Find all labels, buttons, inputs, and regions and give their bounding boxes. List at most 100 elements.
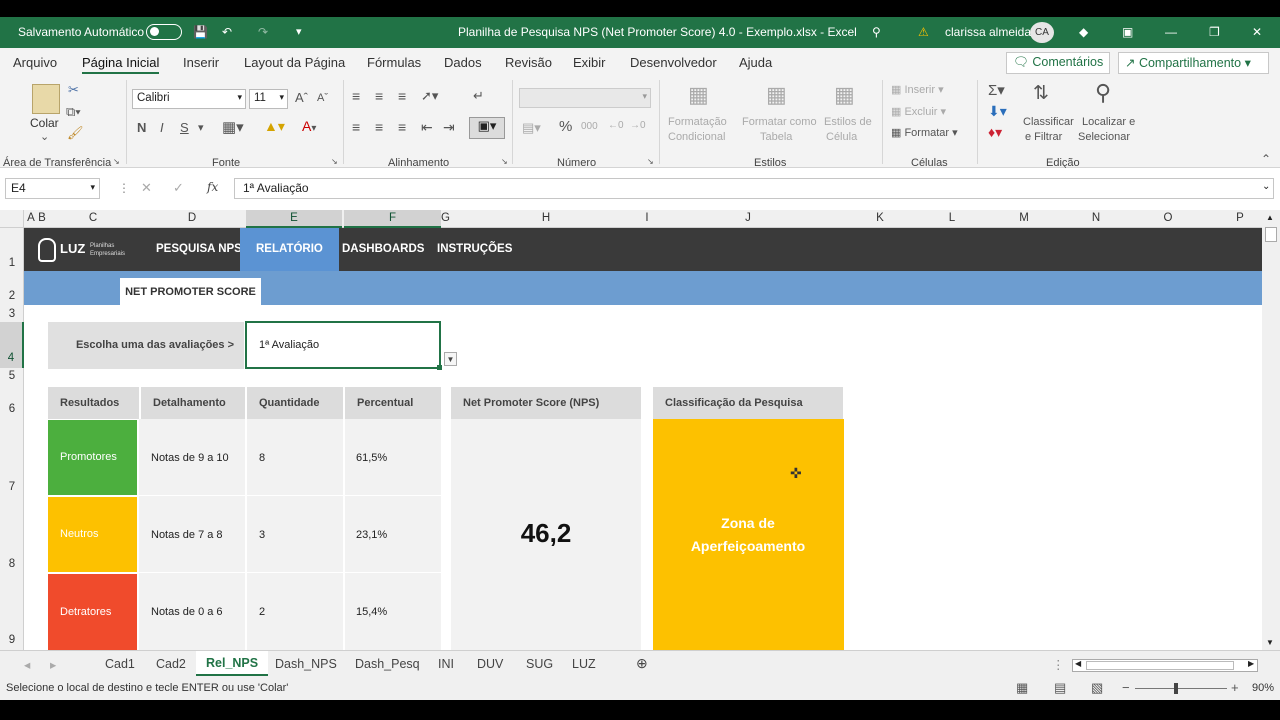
tab-inserir[interactable]: Inserir — [183, 55, 219, 70]
sheet-tab-ini[interactable]: INI — [438, 657, 454, 671]
row-header-3[interactable]: 3 — [0, 308, 24, 320]
row-header-5[interactable]: 5 — [0, 370, 24, 382]
close-icon[interactable]: ✕ — [1252, 25, 1262, 39]
scroll-thumb[interactable] — [1265, 227, 1277, 242]
premium-diamond-icon[interactable]: ◆ — [1079, 25, 1088, 39]
percent-icon[interactable]: % — [559, 118, 572, 135]
name-box[interactable]: E4 ▾ — [5, 178, 100, 199]
italic-button[interactable]: I — [160, 120, 164, 135]
cell-styles-icon[interactable]: ▦ — [834, 82, 855, 108]
expand-formula-icon[interactable]: ⌄ — [1262, 181, 1270, 192]
clear-icon[interactable]: ♦▾ — [988, 124, 1002, 141]
save-icon[interactable]: 💾 — [193, 25, 208, 39]
sheet-tab-cad2[interactable]: Cad2 — [156, 657, 186, 671]
redo-icon[interactable]: ↷ — [258, 25, 268, 39]
row-header-8[interactable]: 8 — [0, 558, 24, 570]
ribbon-display-icon[interactable]: ▣ — [1122, 25, 1133, 39]
restore-icon[interactable]: ❐ — [1209, 25, 1220, 39]
tab-arquivo[interactable]: Arquivo — [13, 55, 57, 70]
font-name-select[interactable]: Calibri ▾ — [132, 89, 246, 109]
increase-font-icon[interactable]: Aˆ — [295, 90, 308, 105]
zoom-in-icon[interactable]: + — [1231, 680, 1239, 695]
col-header-o[interactable]: O — [1133, 212, 1203, 224]
sheet-tab-cad1[interactable]: Cad1 — [105, 657, 135, 671]
col-header-f[interactable]: F — [344, 210, 441, 228]
col-header-j[interactable]: J — [653, 212, 843, 224]
zoom-slider[interactable] — [1135, 688, 1227, 689]
underline-dropdown-icon[interactable]: ▾ — [198, 121, 204, 134]
row-header-2[interactable]: 2 — [0, 290, 24, 302]
paste-label[interactable]: Colar — [30, 116, 59, 130]
search-icon[interactable]: ⚲ — [872, 25, 881, 39]
sheet-tab-rel-nps[interactable]: Rel_NPS — [196, 651, 269, 676]
prev-sheet-icon[interactable]: ◂ — [24, 657, 30, 672]
bold-button[interactable]: N — [137, 120, 146, 135]
col-header-e[interactable]: E — [246, 210, 342, 228]
scroll-right-icon[interactable]: ▶ — [1248, 659, 1254, 668]
zoom-out-icon[interactable]: − — [1122, 680, 1130, 695]
page-break-icon[interactable]: ▧ — [1091, 680, 1103, 696]
wrap-text-icon[interactable]: ↵ — [473, 88, 484, 104]
nav-dashboards[interactable]: DASHBOARDS — [342, 228, 424, 271]
zoom-slider-thumb[interactable] — [1173, 683, 1178, 694]
clipboard-launcher-icon[interactable]: ↘ — [113, 157, 120, 166]
autosum-icon[interactable]: Σ▾ — [988, 81, 1005, 99]
accounting-format-icon[interactable]: ▤▾ — [522, 120, 541, 136]
next-sheet-icon[interactable]: ▸ — [50, 657, 56, 672]
col-header-n[interactable]: N — [1061, 212, 1131, 224]
decrease-indent-icon[interactable]: ⇤ — [421, 119, 433, 136]
warning-icon[interactable]: ⚠ — [918, 25, 929, 39]
col-header-c[interactable]: C — [48, 212, 138, 224]
format-table-icon[interactable]: ▦ — [766, 82, 787, 108]
tab-revisao[interactable]: Revisão — [505, 55, 552, 70]
scroll-down-icon[interactable]: ▼ — [1266, 638, 1274, 647]
col-header-a[interactable]: A — [27, 212, 35, 224]
cell-styles-line2[interactable]: Célula — [826, 131, 857, 143]
horizontal-scrollbar[interactable]: ◀ ▶ — [1072, 659, 1258, 672]
number-format-select[interactable]: ▾ — [519, 88, 651, 108]
cancel-icon[interactable]: ✕ — [141, 180, 152, 196]
format-painter-icon[interactable]: 🖌 — [67, 125, 84, 141]
nav-pesquisa-nps[interactable]: PESQUISA NPS — [156, 228, 242, 271]
col-header-k[interactable]: K — [845, 212, 915, 224]
alignment-launcher-icon[interactable]: ↘ — [501, 157, 508, 166]
select-all-corner[interactable] — [0, 210, 24, 228]
tab-desenvolvedor[interactable]: Desenvolvedor — [630, 55, 717, 70]
decrease-decimal-icon[interactable]: →0 — [630, 120, 646, 131]
insert-cells-button[interactable]: ▦ Inserir ▾ — [891, 83, 944, 96]
tab-exibir[interactable]: Exibir — [573, 55, 606, 70]
align-left-icon[interactable]: ≡ — [352, 119, 360, 135]
find-select-line2[interactable]: Selecionar — [1078, 131, 1130, 143]
col-header-i[interactable]: I — [643, 212, 651, 224]
row-header-7[interactable]: 7 — [0, 481, 24, 493]
row-header-9[interactable]: 9 — [0, 634, 24, 646]
col-header-b[interactable]: B — [38, 212, 46, 224]
font-launcher-icon[interactable]: ↘ — [331, 157, 338, 166]
tab-dados[interactable]: Dados — [444, 55, 482, 70]
customize-qat-icon[interactable]: ▾ — [296, 25, 302, 38]
sheet-tab-dash-nps[interactable]: Dash_NPS — [275, 657, 337, 671]
comma-style-icon[interactable]: 000 — [581, 121, 598, 132]
vertical-scrollbar[interactable]: ▲ ▼ — [1262, 210, 1280, 650]
cond-format-line2[interactable]: Condicional — [668, 131, 725, 143]
format-table-line2[interactable]: Tabela — [760, 131, 792, 143]
conditional-format-icon[interactable]: ▦ — [688, 82, 709, 108]
format-cells-button[interactable]: ▦ Formatar ▾ — [891, 126, 958, 139]
align-center-icon[interactable]: ≡ — [375, 119, 383, 135]
fill-color-icon[interactable]: ▲▾ — [264, 118, 285, 135]
cut-icon[interactable]: ✂ — [68, 82, 79, 98]
find-select-icon[interactable]: ⚲ — [1095, 80, 1111, 106]
find-select-line1[interactable]: Localizar e — [1082, 116, 1135, 128]
minimize-icon[interactable]: — — [1165, 25, 1177, 39]
page-layout-icon[interactable]: ▤ — [1054, 680, 1066, 696]
tab-ajuda[interactable]: Ajuda — [739, 55, 772, 70]
nav-relatorio[interactable]: RELATÓRIO — [240, 228, 339, 271]
undo-icon[interactable]: ↶ — [222, 25, 232, 39]
scroll-up-icon[interactable]: ▲ — [1266, 213, 1274, 222]
tab-layout[interactable]: Layout da Página — [244, 55, 345, 70]
insert-function-icon[interactable]: fx — [207, 180, 218, 194]
align-bottom-icon[interactable]: ≡ — [398, 88, 406, 104]
sort-filter-icon[interactable]: ⇅ — [1033, 82, 1049, 105]
align-top-icon[interactable]: ≡ — [352, 88, 360, 104]
enter-icon[interactable]: ✓ — [173, 180, 184, 196]
